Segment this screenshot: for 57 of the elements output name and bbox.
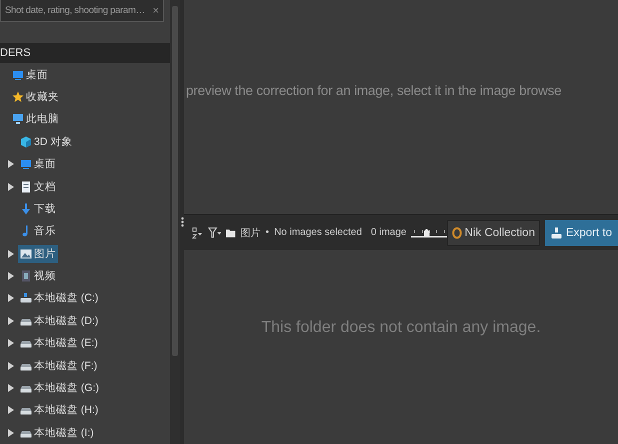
expand-arrow-icon[interactable] [8,250,14,258]
folder-tree-item[interactable]: 文档 [18,178,58,196]
picture-icon [20,248,32,260]
scrollbar-thumb[interactable] [172,6,178,356]
folder-tree-item[interactable]: 收藏夹 [10,88,61,106]
folder-tree-item[interactable]: 视频 [18,267,58,286]
folder-tree-item[interactable]: 本地磁盘 (H:) [18,401,100,420]
folder-tree-item[interactable]: 音乐 [18,222,58,240]
folder-tree-item[interactable]: 本地磁盘 (F:) [18,356,100,375]
folder-tree-item[interactable]: 下载 [18,200,58,218]
folder-tree-item[interactable]: 此电脑 [10,110,61,128]
folder-tree-item[interactable]: 桌面 [10,66,50,84]
image-count: 0 image [370,227,406,238]
expand-arrow-icon[interactable] [8,182,14,190]
folders-header: DERS [0,43,170,64]
folder-tree-item[interactable]: 3D 对象 [18,132,74,151]
document-icon [20,180,32,192]
expand-arrow-icon[interactable] [8,384,14,392]
expand-arrow-icon[interactable] [8,316,14,325]
grip-icon[interactable] [180,217,184,227]
preview-message: preview the correction for an image, select it in the image browse [186,82,562,98]
down-arrow-icon [20,202,32,215]
sort-icon[interactable] [192,224,203,240]
folder-tree-item[interactable]: 桌面 [18,155,58,174]
expand-arrow-icon[interactable] [8,294,14,302]
expand-arrow-icon[interactable] [8,339,14,348]
empty-folder-message: This folder does not contain any image. [261,319,541,337]
filter-icon[interactable] [208,226,222,240]
film-icon [20,270,32,282]
star-icon [12,90,24,103]
desktop-icon [12,68,24,81]
clear-button[interactable]: × [152,4,159,16]
export-icon [550,226,562,238]
search-field[interactable]: Shot date, rating, shooting param… × [0,0,164,22]
folder-tree-item[interactable]: 本地磁盘 (D:) [18,312,100,330]
folder-tree-item[interactable]: 本地磁盘 (G:) [18,379,101,398]
selection-status: No images selected [274,227,362,238]
expand-arrow-icon[interactable] [8,406,14,414]
folder-tree-item[interactable]: 本地磁盘 (I:) [18,424,96,442]
export-button[interactable]: Export to [544,220,618,246]
cube-icon [20,136,32,148]
slider-thumb[interactable] [424,228,430,238]
nik-collection-button[interactable]: Nik Collection [446,220,540,246]
drive-icon [20,292,32,304]
computer-icon [12,113,24,126]
desktop-icon [20,158,32,170]
expand-arrow-icon[interactable] [8,362,14,370]
expand-arrow-icon[interactable] [8,160,14,168]
folder-tree-item[interactable]: 图片 [18,244,58,263]
expand-arrow-icon[interactable] [8,428,14,437]
folder-tree-item[interactable]: 本地磁盘 (C:) [18,289,100,308]
folder-name: 图片 [240,226,261,240]
expand-arrow-icon[interactable] [8,272,14,280]
ring-logo-icon [452,226,462,238]
folder-tree-item[interactable]: 本地磁盘 (E:) [18,334,100,352]
separator-dot: • [266,227,270,238]
folder-icon [226,228,236,238]
